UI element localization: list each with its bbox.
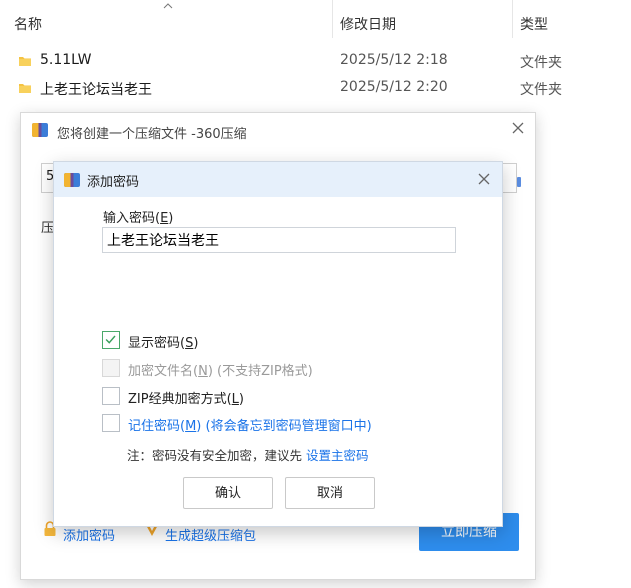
close-icon[interactable] [477,172,491,186]
sort-ascending-icon [163,3,173,9]
ok-button[interactable]: 确认 [183,477,273,509]
cancel-button[interactable]: 取消 [285,477,375,509]
zip-classic-label: ZIP经典加密方式(L) [128,392,244,407]
file-row[interactable]: 5.11LW 2025/5/12 2:18 文件夹 [0,49,631,75]
zip-classic-checkbox[interactable] [102,387,120,405]
file-row[interactable]: 上老王论坛当老王 2025/5/12 2:20 文件夹 [0,76,631,102]
compress-dialog-titlebar[interactable]: 您将创建一个压缩文件 -360压缩 [21,113,535,151]
encrypt-filenames-checkbox [102,359,120,377]
folder-icon [19,84,31,93]
show-password-checkbox[interactable] [102,331,120,349]
close-icon[interactable] [511,121,525,135]
add-password-title: 添加密码 [87,175,140,190]
add-password-link[interactable]: 添加密码 [63,525,115,544]
make-super-archive-link[interactable]: 生成超级压缩包 [165,525,256,544]
encrypt-filenames-label: 加密文件名(N) (不支持ZIP格式) [128,364,313,379]
security-note: 注：密码没有安全加密，建议先 设置主密码 [127,448,369,463]
add-password-titlebar[interactable]: 添加密码 [54,162,502,197]
remember-password-checkbox[interactable] [102,414,120,432]
compress-dialog-title: 您将创建一个压缩文件 -360压缩 [57,127,247,142]
set-master-password-link[interactable]: 设置主密码 [306,448,369,463]
password-input[interactable] [102,227,456,253]
folder-icon [19,57,31,66]
column-header-modified[interactable]: 修改日期 [340,14,396,34]
column-divider[interactable] [332,0,333,38]
360zip-app-icon [64,173,80,187]
file-name: 5.11LW [40,52,92,68]
remember-password-label[interactable]: 记住密码(M) (将会备忘到密码管理窗口中) [128,415,372,434]
show-password-label: 显示密码(S) [128,336,199,351]
checkmark-icon [105,335,116,344]
360zip-app-icon [32,123,48,137]
password-label: 输入密码(E) [103,211,174,226]
column-header-name[interactable]: 名称 [14,14,42,34]
file-list-header: 名称 修改日期 类型 [0,0,631,38]
browse-icon[interactable] [517,177,521,187]
file-name: 上老王论坛当老王 [40,82,152,98]
file-modified: 2025/5/12 2:18 [340,52,448,68]
column-header-type[interactable]: 类型 [520,14,548,34]
column-divider[interactable] [512,0,513,38]
file-type: 文件夹 [520,82,562,98]
file-modified: 2025/5/12 2:20 [340,79,448,95]
add-password-dialog: 添加密码 输入密码(E) 显示密码(S) 加密文件名(N) (不支持ZIP格式)… [53,161,503,527]
file-type: 文件夹 [520,55,562,71]
